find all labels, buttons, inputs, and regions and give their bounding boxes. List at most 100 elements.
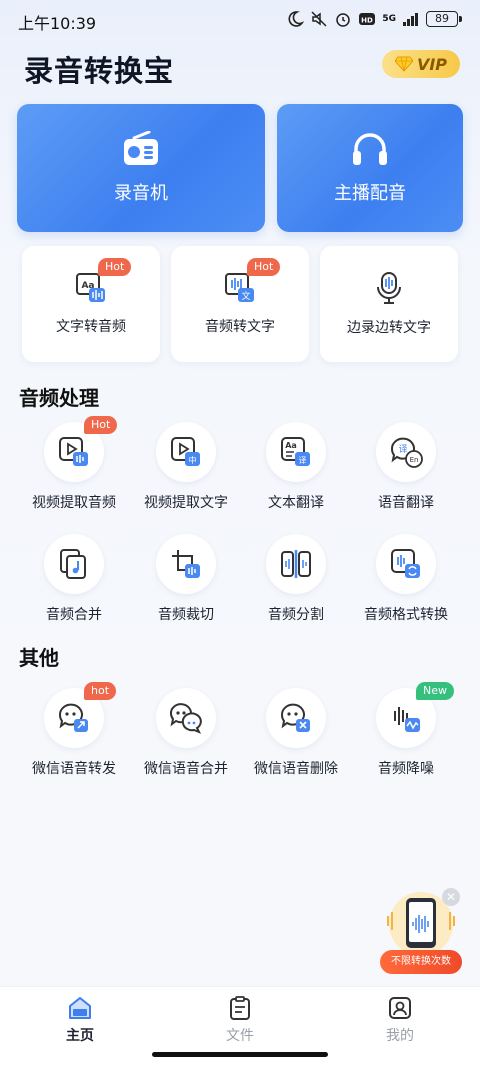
hd-icon: HD [359, 13, 376, 25]
svg-text:En: En [410, 456, 419, 464]
wechat-voice-forward-label: 微信语音转发 [32, 761, 116, 777]
hot-tag: Hot [98, 258, 132, 276]
wechat-voice-forward-tool[interactable]: 微信语音转发 hot [18, 682, 130, 788]
video-extract-audio-label: 视频提取音频 [32, 495, 116, 511]
other-section-title: 其他 [19, 646, 59, 670]
audio-merge-label: 音频合并 [46, 607, 102, 623]
wechat-voice-delete-label: 微信语音删除 [254, 761, 338, 777]
video-extract-text-label: 视频提取文字 [144, 495, 228, 511]
format-convert-icon [391, 549, 420, 578]
tool-icon-wrap [156, 688, 216, 748]
svg-text:文: 文 [241, 290, 250, 302]
tool-icon-wrap: Aa 译 [266, 422, 326, 482]
tool-icon-wrap: 中 [156, 422, 216, 482]
svg-text:Aa: Aa [285, 441, 297, 450]
status-time: 上午10:39 [18, 14, 97, 33]
wechat-voice-delete-tool[interactable]: 微信语音删除 [240, 688, 352, 788]
text-to-audio-icon: Aa [76, 273, 105, 302]
text-to-audio-card[interactable]: Aa 文字转音频 Hot [22, 246, 160, 362]
voice-translate-tool[interactable]: 译 En 语音翻译 [350, 422, 462, 522]
nav-home[interactable]: 主页 [30, 995, 130, 1045]
diamond-icon [394, 56, 413, 72]
audio-merge-icon [60, 549, 86, 579]
voice-translate-label: 语音翻译 [378, 495, 434, 511]
text-to-audio-label: 文字转音频 [56, 319, 126, 335]
vip-button[interactable]: VIP [382, 50, 460, 78]
recorder-card[interactable]: 录音机 [17, 104, 265, 232]
nav-mine-label: 我的 [386, 1028, 414, 1044]
video-extract-audio-tool[interactable]: 视频提取音频 Hot [18, 416, 130, 522]
audio-format-convert-tool[interactable]: 音频格式转换 [350, 534, 462, 634]
svg-text:中: 中 [189, 455, 197, 465]
file-icon [230, 996, 250, 1020]
nav-file-label: 文件 [226, 1028, 254, 1044]
vip-label: VIP [416, 54, 448, 74]
audio-to-text-label: 音频转文字 [205, 319, 275, 335]
recorder-label: 录音机 [114, 183, 168, 204]
audio-to-text-icon: 文 [225, 273, 254, 302]
anchor-dubbing-label: 主播配音 [334, 183, 406, 204]
audio-processing-title: 音频处理 [19, 386, 99, 410]
tool-icon-wrap [376, 534, 436, 594]
audio-format-convert-label: 音频格式转换 [364, 607, 448, 623]
radio-icon [124, 131, 158, 165]
tool-icon-wrap [266, 534, 326, 594]
home-icon [69, 997, 91, 1019]
user-icon [389, 997, 411, 1019]
audio-trim-icon [172, 550, 200, 578]
new-tag: New [416, 682, 454, 700]
unlimited-conversion-promo[interactable]: ✕ 不限转换次数 [380, 886, 462, 974]
moon-icon [288, 11, 305, 27]
audio-trim-label: 音频裁切 [158, 607, 214, 623]
video-extract-text-tool[interactable]: 中 视频提取文字 [130, 422, 242, 522]
alarm-icon [336, 13, 351, 27]
audio-split-icon [281, 550, 311, 578]
record-and-transcribe-label: 边录边转文字 [347, 320, 431, 336]
mute-icon [311, 11, 327, 27]
audio-to-text-card[interactable]: 文 音频转文字 Hot [171, 246, 309, 362]
video-audio-icon [59, 437, 88, 466]
status-bar: 上午10:39 HD 5G 89 [0, 0, 480, 40]
hot-tag: Hot [247, 258, 281, 276]
svg-text:译: 译 [299, 456, 307, 465]
audio-split-tool[interactable]: 音频分割 [240, 534, 352, 634]
audio-trim-tool[interactable]: 音频裁切 [130, 534, 242, 634]
signal-icon [403, 13, 418, 26]
svg-text:译: 译 [398, 444, 407, 455]
network-type: 5G [382, 13, 396, 24]
denoise-icon [394, 707, 420, 732]
microphone-icon [377, 272, 401, 304]
tool-icon-wrap [266, 688, 326, 748]
audio-merge-tool[interactable]: 音频合并 [18, 534, 130, 634]
app-title: 录音转换宝 [24, 54, 175, 88]
anchor-dubbing-card[interactable]: 主播配音 [277, 104, 463, 232]
home-indicator [152, 1052, 328, 1057]
record-and-transcribe-card[interactable]: 边录边转文字 [320, 246, 458, 362]
voice-translate-icon: 译 En [390, 437, 423, 468]
wechat-delete-icon [280, 703, 310, 732]
nav-mine[interactable]: 我的 [350, 995, 450, 1045]
text-translate-tool[interactable]: Aa 译 文本翻译 [240, 422, 352, 522]
wechat-voice-merge-label: 微信语音合并 [144, 761, 228, 777]
wechat-forward-icon [58, 703, 88, 732]
promo-label: 不限转换次数 [380, 950, 462, 974]
hot-tag: hot [84, 682, 117, 700]
tool-icon-wrap [156, 534, 216, 594]
nav-file[interactable]: 文件 [190, 995, 290, 1045]
promo-close-button[interactable]: ✕ [442, 888, 460, 906]
video-text-icon: 中 [171, 437, 200, 466]
svg-text:HD: HD [362, 17, 374, 25]
audio-denoise-label: 音频降噪 [378, 761, 434, 777]
headphones-icon [353, 133, 387, 165]
status-icons: HD 5G 89 [286, 10, 462, 28]
audio-denoise-tool[interactable]: 音频降噪 New [350, 682, 462, 788]
battery-indicator: 89 [426, 11, 462, 27]
text-translate-label: 文本翻译 [268, 495, 324, 511]
tool-icon-wrap [44, 534, 104, 594]
wechat-merge-icon [169, 703, 202, 734]
tool-icon-wrap: 译 En [376, 422, 436, 482]
hot-tag: Hot [84, 416, 118, 434]
text-translate-icon: Aa 译 [281, 437, 310, 466]
nav-home-label: 主页 [66, 1028, 94, 1044]
wechat-voice-merge-tool[interactable]: 微信语音合并 [130, 688, 242, 788]
